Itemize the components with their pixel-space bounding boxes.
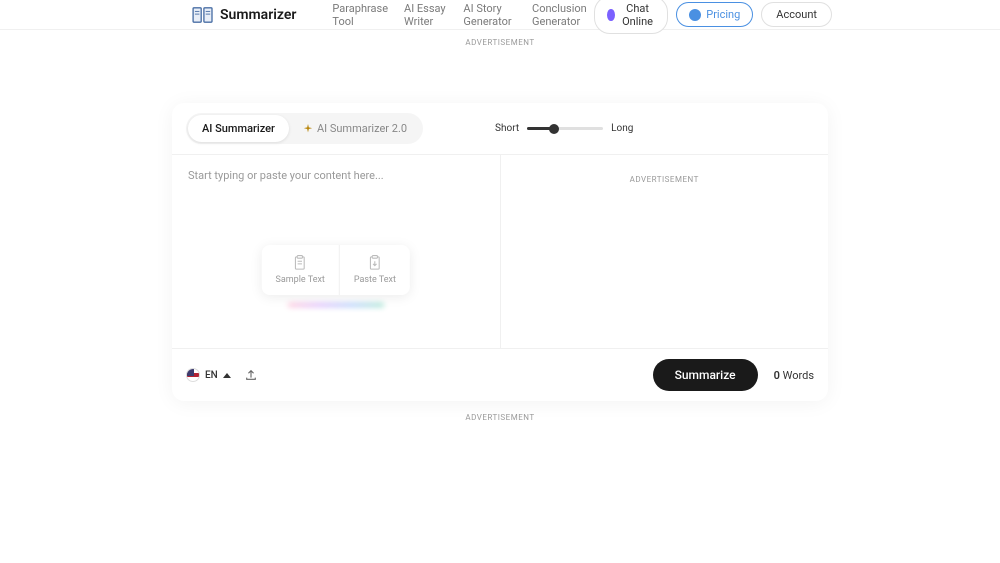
clipboard-icon	[293, 255, 307, 271]
chevron-up-icon	[223, 373, 231, 378]
nav-story[interactable]: AI Story Generator	[463, 2, 516, 28]
tab-summarizer-2-label: AI Summarizer 2.0	[317, 122, 407, 135]
sparkle-icon	[303, 124, 313, 134]
header-right: Chat Online Pricing Account	[594, 0, 832, 34]
bottom-bar: EN Summarize 0 Words	[172, 348, 828, 401]
ad-label-output: ADVERTISEMENT	[501, 175, 829, 184]
upload-icon[interactable]	[245, 369, 257, 381]
slider-thumb[interactable]	[549, 124, 559, 134]
word-count: 0 Words	[774, 369, 814, 382]
nav-conclusion[interactable]: Conclusion Generator	[532, 2, 594, 28]
tab-summarizer-label: AI Summarizer	[202, 122, 275, 135]
lang-code: EN	[205, 370, 218, 381]
tab-summarizer[interactable]: AI Summarizer	[188, 115, 289, 142]
input-placeholder: Start typing or paste your content here.…	[172, 155, 500, 196]
logo[interactable]: Summarizer	[192, 6, 296, 24]
pricing-button[interactable]: Pricing	[676, 2, 753, 27]
input-pane[interactable]: Start typing or paste your content here.…	[172, 155, 501, 348]
paste-text-button[interactable]: Paste Text	[340, 245, 410, 295]
slider-track[interactable]	[527, 127, 603, 130]
word-count-label: Words	[783, 369, 814, 382]
tabs-row: AI Summarizer AI Summarizer 2.0 Short Lo…	[172, 103, 828, 154]
nav-paraphrase[interactable]: Paraphrase Tool	[332, 2, 388, 28]
tabs-group: AI Summarizer AI Summarizer 2.0	[186, 113, 423, 144]
account-button[interactable]: Account	[761, 2, 832, 27]
language-selector[interactable]: EN	[186, 368, 231, 382]
length-slider: Short Long	[495, 123, 633, 134]
pricing-icon	[689, 9, 701, 21]
chat-online-button[interactable]: Chat Online	[594, 0, 668, 34]
sample-text-button[interactable]: Sample Text	[262, 245, 340, 295]
chat-icon	[607, 9, 615, 21]
content-area: Start typing or paste your content here.…	[172, 154, 828, 348]
gradient-decoration	[288, 303, 384, 307]
flag-icon	[186, 368, 200, 382]
word-count-number: 0	[774, 369, 780, 382]
output-pane: ADVERTISEMENT	[501, 155, 829, 348]
logo-text: Summarizer	[220, 7, 296, 23]
slider-long-label: Long	[611, 123, 633, 134]
ad-label-top: ADVERTISEMENT	[0, 38, 1000, 47]
chat-label: Chat Online	[620, 2, 655, 28]
nav-essay[interactable]: AI Essay Writer	[404, 2, 447, 28]
header: Summarizer Paraphrase Tool AI Essay Writ…	[0, 0, 1000, 30]
slider-short-label: Short	[495, 123, 519, 134]
summarizer-logo-icon	[192, 6, 214, 24]
input-actions: Sample Text Paste Text	[262, 245, 410, 295]
ad-label-bottom: ADVERTISEMENT	[0, 413, 1000, 422]
nav-links: Paraphrase Tool AI Essay Writer AI Story…	[332, 2, 594, 28]
sample-text-label: Sample Text	[276, 275, 325, 285]
summarize-button[interactable]: Summarize	[653, 359, 758, 391]
paste-icon	[368, 255, 382, 271]
tab-summarizer-2[interactable]: AI Summarizer 2.0	[289, 115, 421, 142]
pricing-label: Pricing	[706, 8, 740, 21]
main-container: AI Summarizer AI Summarizer 2.0 Short Lo…	[172, 103, 828, 401]
paste-text-label: Paste Text	[354, 275, 396, 285]
